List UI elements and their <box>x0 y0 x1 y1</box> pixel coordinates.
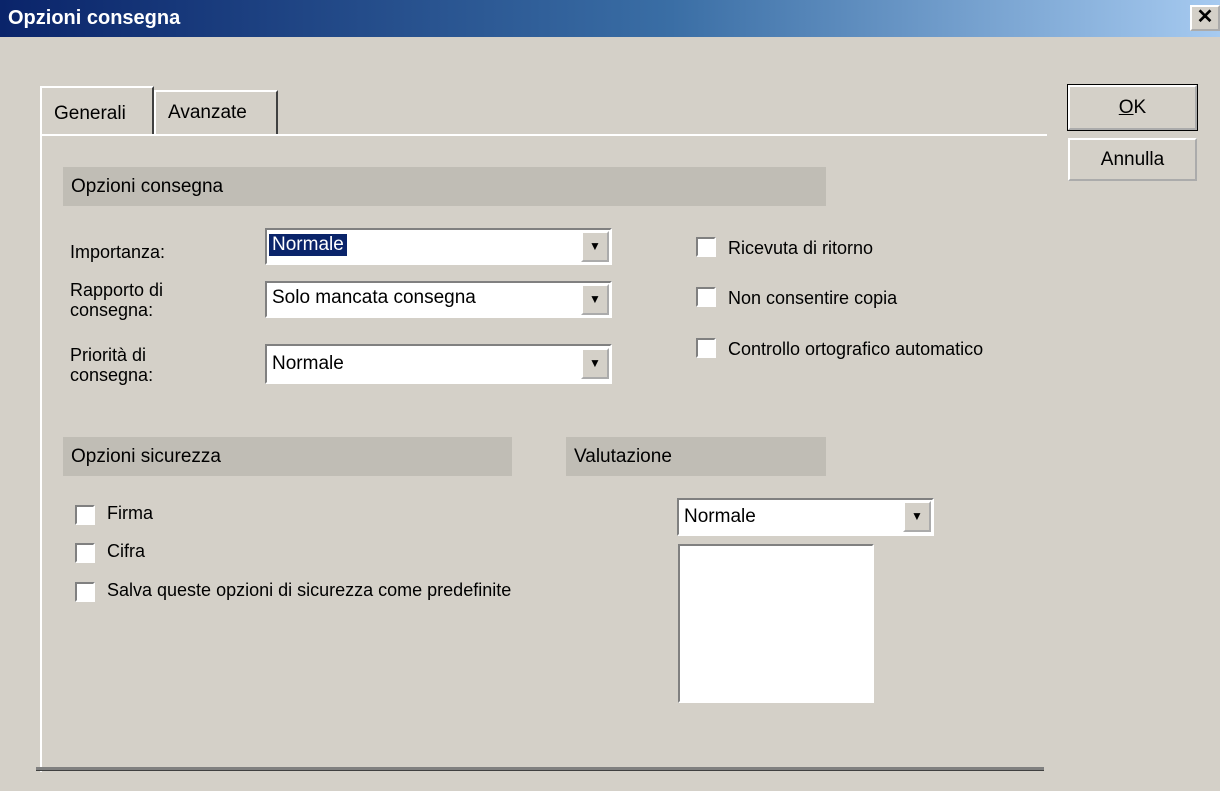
chevron-down-icon: ▼ <box>589 356 601 370</box>
rating-select[interactable]: Normale ▼ <box>677 498 934 536</box>
report-label-line1: Rapporto di <box>70 280 164 300</box>
chevron-down-icon: ▼ <box>911 509 923 523</box>
delivery-options-header: Opzioni consegna <box>63 167 826 206</box>
spellcheck-checkbox[interactable] <box>696 338 716 358</box>
ok-label-rest: K <box>1133 97 1147 118</box>
no-copy-checkbox[interactable] <box>696 287 716 307</box>
priority-dropdown-arrow[interactable]: ▼ <box>581 348 609 379</box>
tab-generali[interactable]: Generali <box>40 86 154 134</box>
rating-value: Normale <box>684 506 756 527</box>
dialog-window: Opzioni consegna ✕ Generali Avanzate OK … <box>0 0 1220 791</box>
panel-bottom-edge <box>36 767 1044 771</box>
return-receipt-checkbox[interactable] <box>696 237 716 257</box>
ok-button[interactable]: OK <box>1067 84 1198 131</box>
no-copy-label: Non consentire copia <box>728 288 898 308</box>
save-security-default-label: Salva queste opzioni di sicurezza come p… <box>107 580 512 600</box>
save-security-default-checkbox[interactable] <box>75 582 95 602</box>
encrypt-label: Cifra <box>107 541 146 561</box>
sign-checkbox[interactable] <box>75 505 95 525</box>
priority-label-line2: consegna: <box>70 365 154 385</box>
priority-select[interactable]: Normale ▼ <box>265 344 612 384</box>
spellcheck-label: Controllo ortografico automatico <box>728 339 984 359</box>
priority-label: Priorità di consegna: <box>70 345 153 385</box>
sign-label: Firma <box>107 503 153 523</box>
cancel-button[interactable]: Annulla <box>1068 138 1197 181</box>
report-value: Solo mancata consegna <box>272 287 476 308</box>
return-receipt-label: Ricevuta di ritorno <box>728 238 874 258</box>
importance-dropdown-arrow[interactable]: ▼ <box>581 231 609 262</box>
security-options-header: Opzioni sicurezza <box>63 437 512 476</box>
ok-mnemonic: O <box>1118 97 1134 118</box>
priority-value: Normale <box>272 353 344 374</box>
close-button[interactable]: ✕ <box>1190 5 1220 31</box>
importance-select[interactable]: Normale ▼ <box>265 228 612 265</box>
report-label: Rapporto di consegna: <box>70 280 163 320</box>
rating-dropdown-arrow[interactable]: ▼ <box>903 501 931 532</box>
chevron-down-icon: ▼ <box>589 292 601 306</box>
rating-header: Valutazione <box>566 437 826 476</box>
rating-listbox[interactable] <box>678 544 874 703</box>
report-dropdown-arrow[interactable]: ▼ <box>581 284 609 315</box>
importance-label: Importanza: <box>70 242 166 262</box>
encrypt-checkbox[interactable] <box>75 543 95 563</box>
importance-value: Normale <box>268 233 348 257</box>
window-title: Opzioni consegna <box>8 7 181 29</box>
chevron-down-icon: ▼ <box>589 239 601 253</box>
title-bar: Opzioni consegna ✕ <box>0 0 1220 37</box>
report-label-line2: consegna: <box>70 300 154 320</box>
priority-label-line1: Priorità di <box>70 345 147 365</box>
tab-avanzate[interactable]: Avanzate <box>154 90 278 134</box>
report-select[interactable]: Solo mancata consegna ▼ <box>265 281 612 318</box>
close-icon: ✕ <box>1196 6 1214 28</box>
